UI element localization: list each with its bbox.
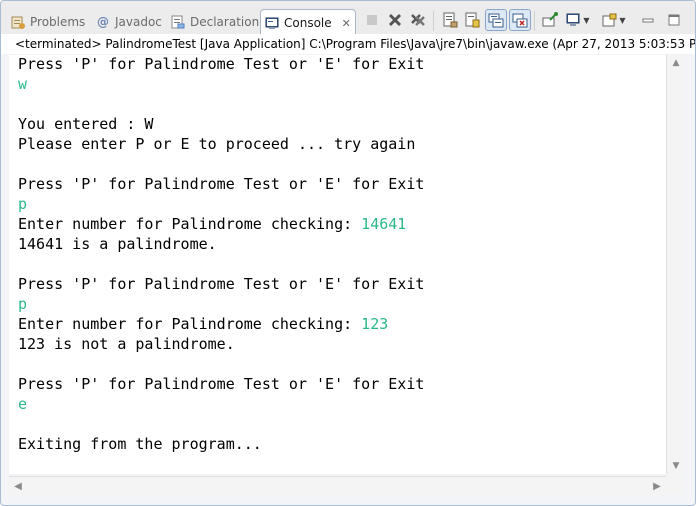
console-line: Please enter P or E to proceed ... try a…	[18, 135, 416, 153]
console-line: Enter number for Palindrome checking: 12…	[18, 315, 388, 333]
scroll-lock-icon[interactable]	[463, 10, 481, 30]
tab-declaration[interactable]: Declaration	[171, 10, 259, 34]
tab-console[interactable]: Console ✕	[260, 9, 356, 36]
console-line: Press 'P' for Palindrome Test or 'E' for…	[18, 175, 425, 193]
tab-label: Declaration	[190, 15, 260, 29]
problems-icon	[11, 15, 25, 29]
console-input-line: p	[18, 295, 28, 313]
javadoc-icon: @	[97, 15, 109, 29]
tab-label: Problems	[30, 15, 86, 29]
remove-launch-icon[interactable]	[386, 10, 404, 30]
tab-label: Javadoc	[115, 15, 162, 29]
show-on-stdout-icon[interactable]	[485, 9, 507, 31]
close-icon[interactable]: ✕	[342, 17, 351, 30]
minimize-icon[interactable]	[639, 10, 657, 30]
console-line: 14641 is a palindrome.	[18, 235, 217, 253]
terminate-icon[interactable]	[363, 10, 381, 30]
console-input-line: w	[18, 75, 28, 93]
show-on-stderr-icon[interactable]	[509, 9, 531, 31]
prompt-text: Enter number for Palindrome checking:	[18, 315, 362, 333]
maximize-icon[interactable]	[665, 10, 683, 30]
tab-problems[interactable]: Problems	[11, 10, 85, 34]
user-input-text: 14641	[361, 215, 407, 233]
console-line: You entered : W	[18, 115, 154, 133]
declaration-icon	[171, 15, 185, 29]
toolbar-separator	[433, 11, 434, 31]
user-input-text: 123	[361, 315, 389, 333]
status-text: <terminated> PalindromeTest [Java Applic…	[15, 37, 695, 51]
horizontal-scrollbar[interactable]: ◀ ▶	[9, 476, 666, 495]
console-line: 123 is not a palindrome.	[18, 335, 235, 353]
console-line: Press 'P' for Palindrome Test or 'E' for…	[18, 275, 425, 293]
console-input-line: e	[18, 395, 28, 413]
scrollbar-corner	[666, 476, 684, 494]
pin-console-icon[interactable]	[541, 10, 559, 30]
clear-console-icon[interactable]	[441, 10, 459, 30]
scroll-down-icon[interactable]: ▼	[667, 458, 685, 474]
console-icon	[265, 16, 279, 30]
tab-javadoc[interactable]: @ Javadoc	[96, 10, 162, 34]
console-line: Enter number for Palindrome checking: 14…	[18, 215, 406, 233]
prompt-text: Enter number for Palindrome checking:	[18, 215, 362, 233]
console-view: Problems @ Javadoc Declaration Console ✕	[0, 0, 696, 506]
scroll-right-icon[interactable]: ▶	[648, 477, 666, 495]
console-line: Press 'P' for Palindrome Test or 'E' for…	[18, 375, 425, 393]
console-output[interactable]: Press 'P' for Palindrome Test or 'E' for…	[9, 55, 666, 474]
tab-label: Console	[284, 16, 332, 30]
console-line: Press 'P' for Palindrome Test or 'E' for…	[18, 55, 425, 73]
toolbar-separator	[534, 11, 535, 31]
console-line: Exiting from the program...	[18, 435, 262, 453]
scroll-left-icon[interactable]: ◀	[9, 477, 27, 495]
scroll-up-icon[interactable]: ▲	[667, 55, 685, 71]
open-console-icon[interactable]: ▼	[601, 10, 627, 30]
vertical-scrollbar[interactable]: ▲ ▼	[666, 55, 685, 474]
launch-status-line: <terminated> PalindromeTest [Java Applic…	[1, 34, 695, 54]
display-console-icon[interactable]: ▼	[565, 10, 591, 30]
remove-all-terminated-icon[interactable]	[409, 10, 427, 30]
console-input-line: p	[18, 195, 28, 213]
